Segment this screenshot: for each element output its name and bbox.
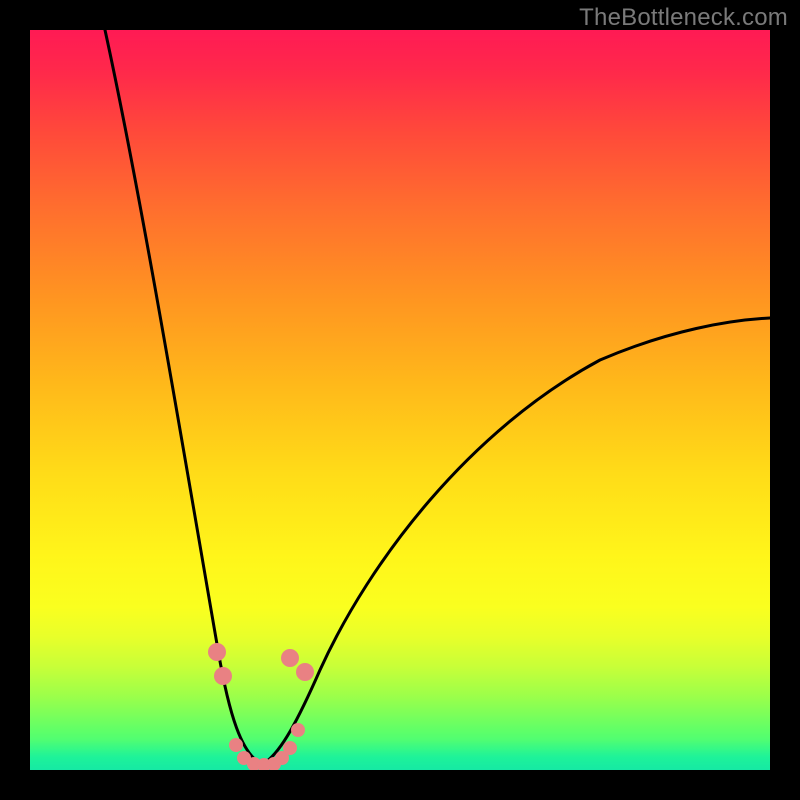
curve-right-branch — [266, 318, 770, 762]
data-marker — [229, 738, 243, 752]
data-marker — [281, 649, 299, 667]
plot-area — [30, 30, 770, 770]
chart-frame: TheBottleneck.com — [0, 0, 800, 800]
data-marker — [283, 741, 297, 755]
data-marker — [296, 663, 314, 681]
data-marker — [208, 643, 226, 661]
curve-left-branch — [105, 30, 258, 762]
data-marker — [214, 667, 232, 685]
data-marker — [291, 723, 305, 737]
bottleneck-curve — [30, 30, 770, 770]
watermark-text: TheBottleneck.com — [579, 4, 788, 32]
